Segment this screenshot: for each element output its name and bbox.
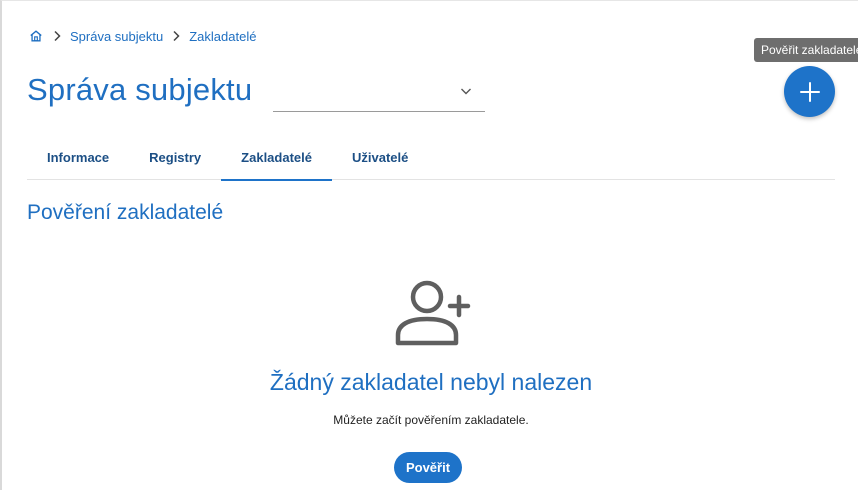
subject-select[interactable]	[273, 74, 485, 112]
home-icon[interactable]	[28, 28, 44, 44]
page-frame: Správa subjektu Zakladatelé Pověřit zakl…	[0, 0, 858, 490]
tab-bar: Informace Registry Zakladatelé Uživatelé	[27, 141, 835, 181]
assign-founder-button[interactable]: Pověřit	[394, 452, 462, 483]
empty-state-title: Žádný zakladatel nebyl nalezen	[269, 369, 593, 395]
empty-state-text: Můžete začít pověřením zakladatele.	[333, 413, 529, 427]
breadcrumb-item-zakladatele[interactable]: Zakladatelé	[189, 29, 256, 44]
tab-uzivatele[interactable]: Uživatelé	[332, 141, 428, 179]
breadcrumb-item-sprava-subjektu[interactable]: Správa subjektu	[70, 29, 163, 44]
chevron-right-icon	[163, 28, 189, 44]
chevron-down-icon	[461, 88, 471, 95]
add-button-tooltip: Pověřit zakladatele	[754, 38, 858, 62]
breadcrumb: Správa subjektu Zakladatelé	[28, 27, 256, 45]
chevron-right-icon	[44, 28, 70, 44]
tab-zakladatele[interactable]: Zakladatelé	[221, 141, 332, 181]
plus-icon	[799, 81, 820, 102]
add-founder-button[interactable]	[784, 66, 835, 117]
person-add-icon	[395, 280, 471, 346]
page-title: Správa subjektu	[27, 72, 253, 107]
section-title: Pověření zakladatelé	[27, 201, 224, 224]
tab-informace[interactable]: Informace	[27, 141, 129, 179]
tab-registry[interactable]: Registry	[129, 141, 221, 179]
